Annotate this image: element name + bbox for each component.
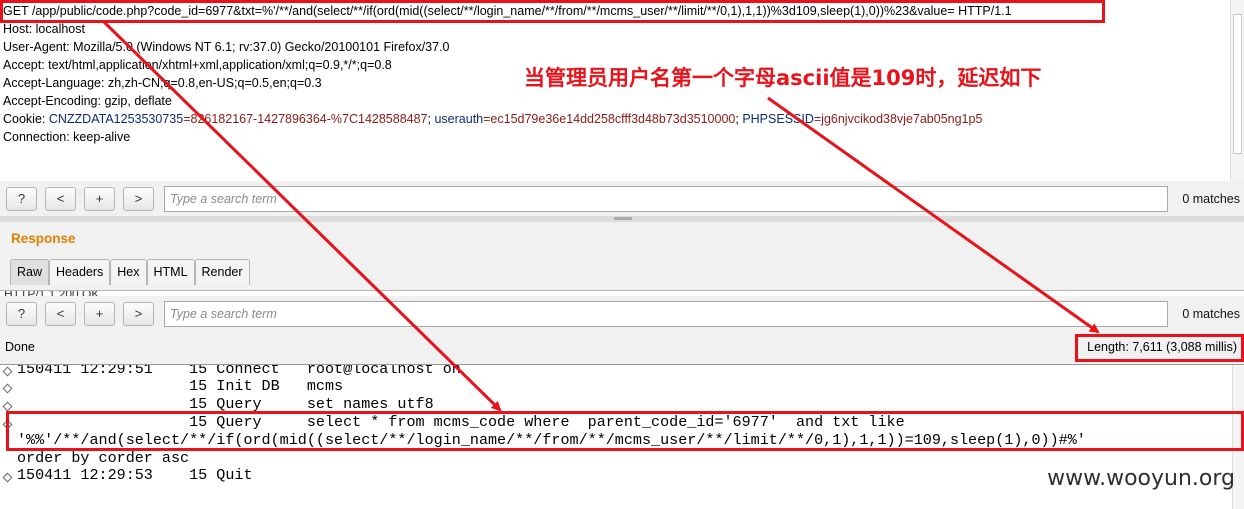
- log-line-quit: 150411 12:29:53 15 Quit: [17, 466, 253, 484]
- response-title: Response: [11, 231, 76, 246]
- accept-encoding-header: Accept-Encoding: gzip, deflate: [3, 94, 172, 108]
- watermark: www.wooyun.org: [1047, 466, 1235, 491]
- help-button[interactable]: ?: [6, 187, 37, 211]
- next-match-button[interactable]: >: [123, 302, 154, 326]
- accept-header: Accept: text/html,application/xhtml+xml,…: [3, 58, 392, 72]
- log-line-connect: 150411 12:29:51 15 Connect root@localhos…: [17, 364, 461, 378]
- scrollbar-thumb[interactable]: [1233, 14, 1242, 154]
- user-agent-header: User-Agent: Mozilla/5.0 (Windows NT 6.1;…: [3, 40, 450, 54]
- annotation-text: 当管理员用户名第一个字母ascii值是109时，延迟如下: [524, 66, 1042, 90]
- cookie-name-userauth: userauth: [434, 112, 484, 126]
- response-pane: Response Raw Headers Hex HTML Render HTT…: [0, 222, 1244, 300]
- log-marker-icon: [2, 472, 13, 483]
- tab-hex[interactable]: Hex: [110, 259, 147, 285]
- tab-headers[interactable]: Headers: [49, 259, 111, 285]
- tab-raw[interactable]: Raw: [10, 259, 50, 285]
- log-marker-icon: [2, 419, 13, 430]
- log-line-order-by: order by corder asc: [17, 449, 190, 467]
- log-marker-icon: [2, 383, 13, 394]
- cookie-name-cnzz: CNZZDATA1253530735: [48, 112, 184, 126]
- add-button[interactable]: +: [84, 187, 115, 211]
- log-line-init-db: 15 Init DB mcms: [17, 377, 344, 395]
- status-bar: Done Length: 7,611 (3,088 millis): [0, 332, 1244, 364]
- request-match-count: 0 matches: [1182, 192, 1240, 206]
- request-line-text: GET /app/public/code.php?code_id=6977&tx…: [3, 4, 955, 18]
- response-tabs: Raw Headers Hex HTML Render: [10, 259, 250, 285]
- host-header: Host: localhost: [3, 22, 85, 36]
- log-line-injected: '%%'/**/and(select/**/if(ord(mid((select…: [17, 431, 1086, 449]
- cookie-name-phpsessid: PHPSESSID: [742, 112, 814, 126]
- help-button[interactable]: ?: [6, 302, 37, 326]
- response-length: Length: 7,611 (3,088 millis): [1087, 340, 1237, 354]
- cookie-value-phpsessid: =jg6njvcikod38vje7ab05ng1p5: [813, 112, 983, 126]
- log-line-set-names: 15 Query set names utf8: [17, 395, 434, 413]
- request-search-input[interactable]: Type a search term: [164, 186, 1168, 212]
- response-search-bar: ? < + > Type a search term 0 matches: [0, 296, 1244, 332]
- divider-grip[interactable]: [614, 217, 632, 220]
- cookie-value-userauth: =ec15d79e36e14dd258cfff3d48b73d3510000: [483, 112, 736, 126]
- request-line: GET /app/public/code.php?code_id=6977&tx…: [3, 2, 1012, 20]
- previous-match-button[interactable]: <: [45, 187, 76, 211]
- response-match-count: 0 matches: [1182, 307, 1240, 321]
- log-marker-icon: [2, 401, 13, 412]
- accept-language-header: Accept-Language: zh,zh-CN;q=0.8,en-US;q=…: [3, 76, 322, 90]
- log-line-query: 15 Query select * from mcms_code where p…: [17, 413, 905, 431]
- add-button[interactable]: +: [84, 302, 115, 326]
- tab-render[interactable]: Render: [194, 259, 250, 285]
- next-match-button[interactable]: >: [123, 187, 154, 211]
- log-marker-icon: [2, 366, 13, 377]
- status-done: Done: [5, 340, 35, 354]
- request-search-bar: ? < + > Type a search term 0 matches: [0, 181, 1244, 217]
- request-scrollbar[interactable]: [1230, 0, 1244, 181]
- tab-html[interactable]: HTML: [146, 259, 195, 285]
- cookie-value-cnzz: =826182167-1427896364-%7C1428588487: [183, 112, 428, 126]
- response-search-input[interactable]: Type a search term: [164, 301, 1168, 327]
- previous-match-button[interactable]: <: [45, 302, 76, 326]
- cookie-header: Cookie: CNZZDATA1253530735=826182167-142…: [3, 110, 982, 128]
- request-line-protocol: HTTP/1.1: [954, 4, 1012, 18]
- connection-header: Connection: keep-alive: [3, 130, 131, 144]
- cookie-label: Cookie:: [3, 112, 49, 126]
